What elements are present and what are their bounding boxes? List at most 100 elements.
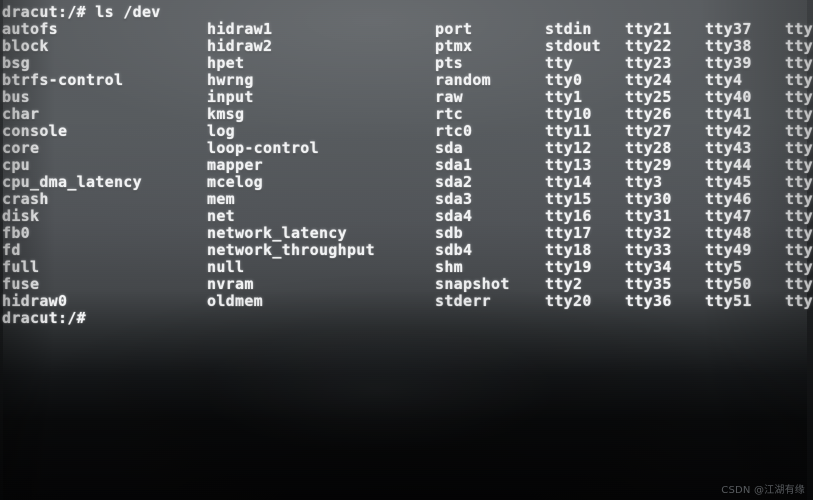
dev-entry: nvram [207, 275, 254, 293]
dev-entry: sda3 [435, 190, 473, 208]
dev-entry: core [2, 139, 40, 157]
dev-entry: tty30 [625, 190, 672, 208]
dev-entry: disk [2, 207, 40, 225]
dev-entry: tty32 [625, 224, 672, 242]
dev-entry: tty39 [705, 54, 752, 72]
dev-entry: tty12 [545, 139, 592, 157]
dev-entry: cpu_dma_latency [2, 173, 142, 191]
dev-entry: tty26 [625, 105, 672, 123]
dev-entry: char [2, 105, 40, 123]
dev-entry: tty36 [625, 292, 672, 310]
dev-entry: tty5 [705, 258, 743, 276]
dev-entry: log [207, 122, 235, 140]
dev-entry: tty50 [705, 275, 752, 293]
dev-entry: fuse [2, 275, 40, 293]
dev-entry: input [207, 88, 254, 106]
dev-entry: bus [2, 88, 30, 106]
dev-entry: rtc0 [435, 122, 473, 140]
dev-entry: tty47 [705, 207, 752, 225]
dev-entry: full [2, 258, 40, 276]
dev-entry: tty6 [785, 156, 813, 174]
dev-entry: tty57 [785, 105, 813, 123]
dev-entry: tty21 [625, 20, 672, 38]
dev-entry: tty56 [785, 88, 813, 106]
dev-listing-column-5: tty21 tty22 tty23 tty24 tty25 tty26 tty27 tty28… [625, 21, 672, 310]
dev-entry: sda [435, 139, 463, 157]
dev-entry: tty49 [705, 241, 752, 259]
dev-listing-column-4: stdin stdout tty tty0 tty1 tty10 tty11 tty12 tty… [545, 21, 601, 310]
dev-entry: crash [2, 190, 49, 208]
dev-entry: stdout [545, 37, 601, 55]
dev-listing-column-1: autofs block bsg btrfs-control bus char consol… [2, 21, 142, 310]
dev-entry: tty53 [785, 37, 813, 55]
dev-entry: rtc [435, 105, 463, 123]
dev-entry: tty1 [545, 88, 583, 106]
dev-entry: tty13 [545, 156, 592, 174]
dev-entry: null [207, 258, 245, 276]
dev-listing-column-7: tty52tty53tty54tty55tty56tty57tty58tty59… [785, 21, 813, 310]
dev-entry: network_throughput [207, 241, 375, 259]
dev-entry: pts [435, 54, 463, 72]
dev-entry: tty2 [545, 275, 583, 293]
dev-entry: tty29 [625, 156, 672, 174]
dev-entry: ptmx [435, 37, 473, 55]
dev-entry: tty17 [545, 224, 592, 242]
dev-entry: tty9 [785, 275, 813, 293]
dev-entry: tty14 [545, 173, 592, 191]
dev-entry: tty11 [545, 122, 592, 140]
dev-entry: autofs [2, 20, 58, 38]
dev-entry: sda4 [435, 207, 473, 225]
dev-entry: tty10 [545, 105, 592, 123]
dev-entry: ttyS0 [785, 292, 813, 310]
dev-entry: raw [435, 88, 463, 106]
dev-entry: tty31 [625, 207, 672, 225]
dev-entry: tty28 [625, 139, 672, 157]
dev-entry: network_latency [207, 224, 347, 242]
dev-entry: tty [545, 54, 573, 72]
shell-prompt-trailing[interactable]: dracut:/# [2, 310, 86, 327]
dev-entry: tty35 [625, 275, 672, 293]
terminal-screen-photo: dracut:/# ls /dev autofs block bsg btrfs-co… [0, 0, 813, 500]
dev-entry: tty63 [785, 224, 813, 242]
dev-entry: tty24 [625, 71, 672, 89]
dev-entry: port [435, 20, 473, 38]
terminal-output: dracut:/# ls /dev autofs block bsg btrfs-co… [0, 0, 813, 500]
dev-entry: tty25 [625, 88, 672, 106]
dev-entry: tty18 [545, 241, 592, 259]
dev-entry: mcelog [207, 173, 263, 191]
dev-entry: tty48 [705, 224, 752, 242]
dev-entry: tty16 [545, 207, 592, 225]
dev-entry: tty4 [705, 71, 743, 89]
dev-entry: random [435, 71, 491, 89]
dev-entry: mem [207, 190, 235, 208]
dev-entry: hidraw0 [2, 292, 68, 310]
dev-entry: sdb4 [435, 241, 473, 259]
dev-entry: tty46 [705, 190, 752, 208]
dev-entry: stdin [545, 20, 592, 38]
dev-entry: cpu [2, 156, 30, 174]
dev-listing-column-3: port ptmx pts random raw rtc rtc0 sda sda1 sda2 sd… [435, 21, 510, 310]
dev-entry: tty33 [625, 241, 672, 259]
dev-listing-column-2: hidraw1 hidraw2 hpet hwrng input kmsg log loop-… [207, 21, 375, 310]
dev-entry: tty37 [705, 20, 752, 38]
dev-entry: tty23 [625, 54, 672, 72]
dev-entry: tty54 [785, 54, 813, 72]
dev-entry: tty40 [705, 88, 752, 106]
dev-entry: bsg [2, 54, 30, 72]
dev-entry: tty15 [545, 190, 592, 208]
dev-entry: fb0 [2, 224, 30, 242]
dev-listing-column-6: tty37 tty38 tty39 tty4 tty40 tty41 tty42 tty43 t… [705, 21, 752, 310]
dev-entry: tty20 [545, 292, 592, 310]
dev-entry: shm [435, 258, 463, 276]
dev-entry: tty19 [545, 258, 592, 276]
dev-entry: snapshot [435, 275, 510, 293]
dev-entry: stderr [435, 292, 491, 310]
dev-entry: tty45 [705, 173, 752, 191]
dev-entry: hidraw1 [207, 20, 273, 38]
dev-entry: tty62 [785, 207, 813, 225]
dev-entry: hidraw2 [207, 37, 273, 55]
dev-entry: hpet [207, 54, 245, 72]
dev-entry: mapper [207, 156, 263, 174]
dev-entry: tty3 [625, 173, 663, 191]
csdn-watermark: CSDN @江湖有缘 [721, 485, 805, 496]
